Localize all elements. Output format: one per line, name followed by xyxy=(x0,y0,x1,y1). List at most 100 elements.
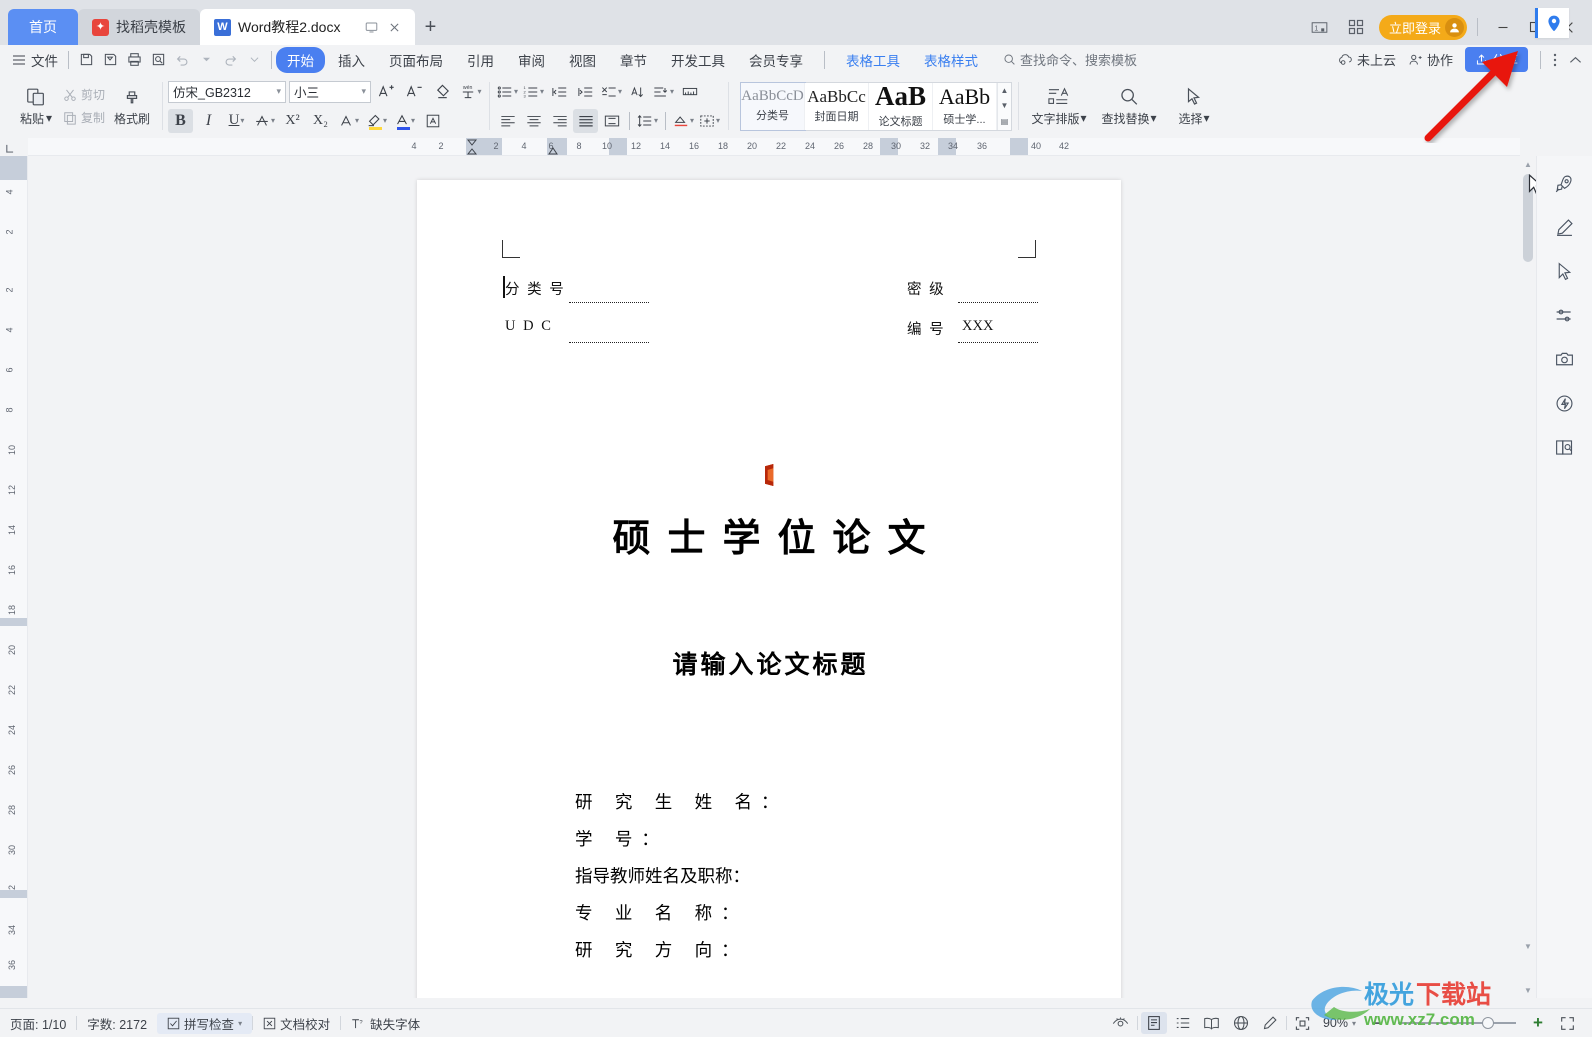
increase-indent-icon[interactable] xyxy=(573,80,598,104)
cut-button[interactable]: 剪切 xyxy=(60,85,108,104)
tab-template[interactable]: ✦ 找稻壳模板 xyxy=(78,9,200,45)
pinyin-guide-icon[interactable]: wén ▾ xyxy=(458,80,483,104)
proofread-button[interactable]: 文档校对 xyxy=(253,1013,340,1034)
zoom-out-button[interactable]: − xyxy=(1363,1012,1389,1034)
scroll-end-arrow-icon[interactable]: ▼ xyxy=(1520,982,1536,998)
tab-document[interactable]: W Word教程2.docx xyxy=(200,9,416,45)
line-spacing-icon[interactable]: ▾ xyxy=(635,109,660,133)
book-search-icon[interactable] xyxy=(1548,432,1582,462)
show-paragraph-marks-icon[interactable] xyxy=(677,80,702,104)
text-layout-button[interactable]: 文字排版 ▾ xyxy=(1028,86,1090,127)
grid-apps-icon[interactable] xyxy=(1343,14,1369,40)
outline-icon[interactable] xyxy=(1170,1012,1196,1034)
eye-icon[interactable] xyxy=(1108,1012,1134,1034)
document-page[interactable]: 分 类 号 U D C 密 级 编 号 XXX 硕士学位论文 请输入论文标题 研… xyxy=(417,180,1121,998)
document-canvas[interactable]: 分 类 号 U D C 密 级 编 号 XXX 硕士学位论文 请输入论文标题 研… xyxy=(28,156,1520,998)
close-icon[interactable] xyxy=(388,21,401,34)
vertical-ruler[interactable]: 422468101214161820222426283032343638 xyxy=(0,156,28,998)
paste-button[interactable]: 粘贴 ▾ xyxy=(12,86,60,127)
first-line-indent-marker[interactable] xyxy=(547,146,559,155)
cursor-select-icon[interactable] xyxy=(1548,256,1582,286)
style-item-2[interactable]: AaB 论文标题 xyxy=(869,82,934,130)
minimize-button[interactable] xyxy=(1488,12,1518,42)
print-icon[interactable] xyxy=(123,49,145,71)
superscript-button[interactable]: X² xyxy=(280,109,305,133)
ribbon-tab-developer[interactable]: 开发工具 xyxy=(660,47,736,73)
missing-font-button[interactable]: ? 缺失字体 xyxy=(341,1013,430,1034)
share-button[interactable]: 分享 xyxy=(1464,47,1528,72)
bulleted-list-icon[interactable]: ▾ xyxy=(495,80,520,104)
character-border-icon[interactable]: ▾ xyxy=(336,109,361,133)
ribbon-tab-references[interactable]: 引用 xyxy=(456,47,505,73)
save-as-icon[interactable] xyxy=(99,49,121,71)
fullscreen-icon[interactable] xyxy=(1554,1012,1580,1034)
find-replace-button[interactable]: 查找替换 ▾ xyxy=(1098,86,1160,127)
vertical-scrollbar[interactable]: ▲ ▼ ▼ xyxy=(1520,156,1536,998)
bold-button[interactable]: B xyxy=(168,108,194,133)
ribbon-tab-page-layout[interactable]: 页面布局 xyxy=(378,47,454,73)
file-menu-button[interactable]: 文件 xyxy=(0,50,68,70)
format-painter-button[interactable]: 格式刷 xyxy=(108,86,156,127)
customize-icon[interactable] xyxy=(243,49,265,71)
scroll-down-arrow-icon[interactable]: ▼ xyxy=(1520,938,1536,954)
multilevel-list-icon[interactable]: ▾ xyxy=(599,80,624,104)
character-shading-icon[interactable] xyxy=(420,109,445,133)
tab-home[interactable]: 首页 xyxy=(8,9,78,45)
decrease-font-size-icon[interactable] xyxy=(402,80,427,104)
ribbon-tab-insert[interactable]: 插入 xyxy=(327,47,376,73)
ribbon-tab-start[interactable]: 开始 xyxy=(276,46,325,73)
increase-font-size-icon[interactable] xyxy=(374,80,399,104)
ribbon-tab-view[interactable]: 视图 xyxy=(558,47,607,73)
new-tab-button[interactable]: + xyxy=(415,9,445,45)
style-item-0[interactable]: AaBbCcD 分类号 xyxy=(740,81,807,131)
horizontal-ruler[interactable]: 4 2 2 4 6 8 10 12 14 16 18 20 22 24 26 28 30 32 34 36 40 42 xyxy=(28,138,1520,156)
location-pin-button[interactable] xyxy=(1535,8,1569,38)
lightning-icon[interactable] xyxy=(1548,388,1582,418)
print-preview-icon[interactable] xyxy=(147,49,169,71)
numbered-list-icon[interactable]: 1 2 3 ▾ xyxy=(521,80,546,104)
sort-icon[interactable] xyxy=(625,80,650,104)
sliders-icon[interactable] xyxy=(1548,300,1582,330)
page-indicator[interactable]: 页面: 1/10 xyxy=(0,1013,76,1034)
save-icon[interactable] xyxy=(75,49,97,71)
style-item-1[interactable]: AaBbCc 封面日期 xyxy=(805,82,870,130)
undo-dropdown-icon[interactable] xyxy=(195,49,217,71)
ribbon-tab-chapter[interactable]: 章节 xyxy=(609,47,658,73)
align-left-icon[interactable] xyxy=(495,109,520,133)
cloud-status-button[interactable]: 未上云 xyxy=(1338,50,1396,69)
scroll-up-icon[interactable]: ▲ xyxy=(1001,86,1009,95)
distribute-icon[interactable] xyxy=(599,109,624,133)
reading-icon[interactable] xyxy=(1199,1012,1225,1034)
align-right-icon[interactable] xyxy=(547,109,572,133)
indent-marker[interactable] xyxy=(466,139,478,155)
style-item-3[interactable]: AaBb 硕士学... xyxy=(933,82,998,130)
zoom-level[interactable]: 90% ▾ xyxy=(1319,1013,1360,1034)
collaborate-button[interactable]: 协作 xyxy=(1408,50,1453,69)
subscript-button[interactable]: X₂ xyxy=(308,109,333,133)
decrease-indent-icon[interactable] xyxy=(547,80,572,104)
ribbon-tab-member[interactable]: 会员专享 xyxy=(738,47,814,73)
style-more-icon[interactable]: ▤ xyxy=(1001,117,1009,126)
rocket-icon[interactable] xyxy=(1548,168,1582,198)
word-count[interactable]: 字数: 2172 xyxy=(77,1013,157,1034)
login-button[interactable]: 立即登录 xyxy=(1378,14,1467,40)
italic-button[interactable]: I xyxy=(196,109,221,133)
one-window-icon[interactable]: 1 xyxy=(1307,14,1333,40)
font-family-select[interactable]: 仿宋_GB2312 ▾ xyxy=(168,80,287,103)
borders-icon[interactable]: ▾ xyxy=(697,109,722,133)
text-highlight-icon[interactable]: ▾ xyxy=(364,109,389,133)
undo-icon[interactable] xyxy=(171,49,193,71)
chevron-up-icon[interactable] xyxy=(1569,55,1582,65)
cast-icon[interactable] xyxy=(365,21,378,34)
zoom-slider[interactable] xyxy=(1398,1017,1516,1029)
print-layout-icon[interactable] xyxy=(1140,1012,1167,1034)
clear-formatting-icon[interactable] xyxy=(430,80,455,104)
pagination-icon[interactable]: ▾ xyxy=(651,80,676,104)
ribbon-tab-table-tools[interactable]: 表格工具 xyxy=(835,47,911,73)
ribbon-tab-table-styles[interactable]: 表格样式 xyxy=(913,47,989,73)
redo-icon[interactable] xyxy=(219,49,241,71)
edit-icon[interactable] xyxy=(1257,1012,1283,1034)
zoom-in-button[interactable]: + xyxy=(1525,1012,1551,1034)
strikethrough-icon[interactable]: ▾ xyxy=(252,109,277,133)
ribbon-tab-review[interactable]: 审阅 xyxy=(507,47,556,73)
